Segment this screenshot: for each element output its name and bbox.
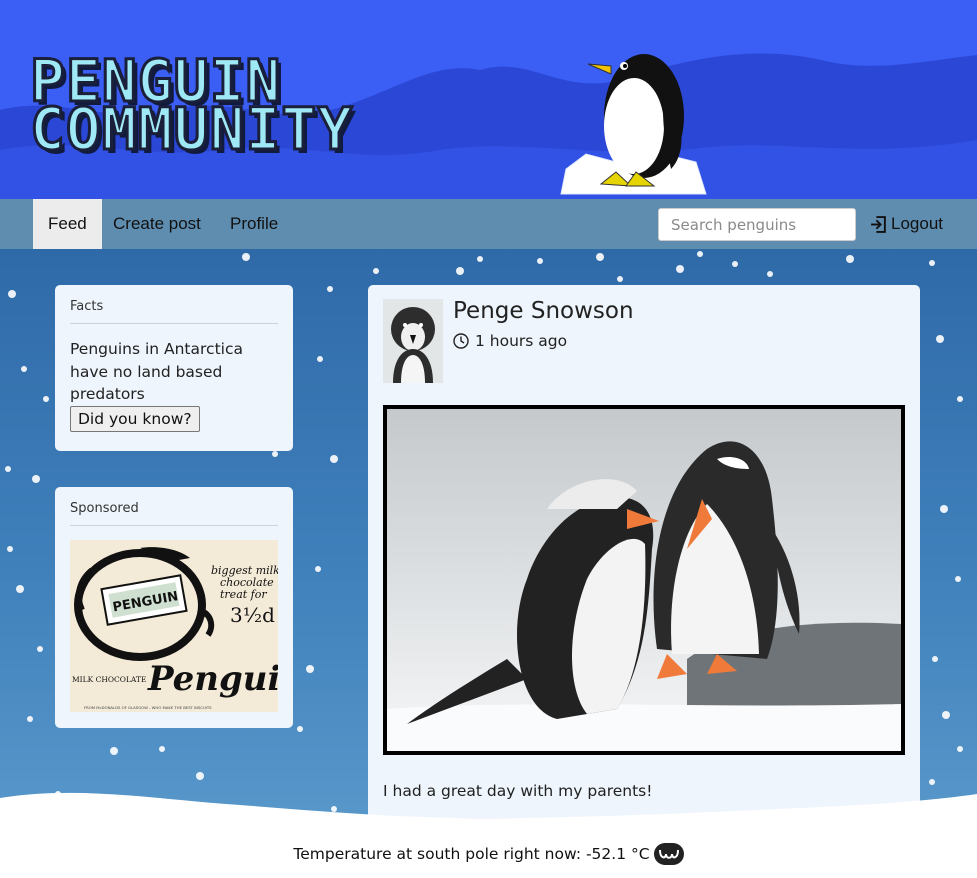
- post-image[interactable]: [383, 405, 905, 755]
- sponsored-title: Sponsored: [70, 501, 278, 526]
- ad-logo-word: Penguin: [147, 659, 278, 699]
- facts-title: Facts: [70, 299, 278, 324]
- facts-card: Facts Penguins in Antarctica have no lan…: [55, 285, 293, 451]
- sponsored-card: Sponsored PENGUIN biggest milk chocolate…: [55, 487, 293, 728]
- gentoo-penguins-photo: [387, 409, 901, 751]
- nav-profile[interactable]: Profile: [215, 199, 293, 249]
- logo-line-2: COMMUNITY: [28, 95, 354, 163]
- penguin-mascot-icon: [560, 54, 707, 195]
- post-card: Penge Snowson 1 hours ago I had a great …: [368, 285, 920, 845]
- post-author[interactable]: Penge Snowson: [453, 298, 634, 324]
- nav-create-post[interactable]: Create post: [98, 199, 216, 249]
- ad-footer: FROM McDONALDS OF GLASGOW - WHO MAKE THE…: [84, 705, 212, 710]
- ad-product: MILK CHOCOLATE: [72, 675, 146, 684]
- ad-price: 3½d: [230, 603, 275, 627]
- footer: Temperature at south pole right now: -52…: [0, 843, 977, 865]
- temperature-text: Temperature at south pole right now: -52…: [293, 845, 650, 863]
- post-time: 1 hours ago: [453, 332, 567, 350]
- sponsored-ad[interactable]: PENGUIN biggest milk chocolate treat for…: [70, 540, 278, 712]
- nav-feed[interactable]: Feed: [33, 199, 102, 249]
- penguin-ad-illustration: PENGUIN biggest milk chocolate treat for…: [70, 540, 278, 712]
- avatar-penguin-photo: [383, 299, 443, 383]
- fact-text: Penguins in Antarctica have no land base…: [70, 340, 243, 403]
- wave-logo-icon[interactable]: [653, 843, 684, 865]
- author-avatar[interactable]: [383, 299, 443, 383]
- logout-button[interactable]: Logout: [870, 199, 943, 249]
- logout-label: Logout: [891, 214, 943, 233]
- clock-icon: [453, 333, 469, 349]
- post-time-label: 1 hours ago: [475, 332, 568, 350]
- site-header: PENGUIN COMMUNITY: [0, 0, 977, 199]
- logout-icon: [871, 215, 886, 233]
- search-input[interactable]: [658, 208, 856, 241]
- did-you-know-button[interactable]: Did you know?: [70, 405, 200, 432]
- ad-tagline-3: treat for: [220, 588, 267, 601]
- site-logo[interactable]: PENGUIN COMMUNITY: [28, 51, 354, 163]
